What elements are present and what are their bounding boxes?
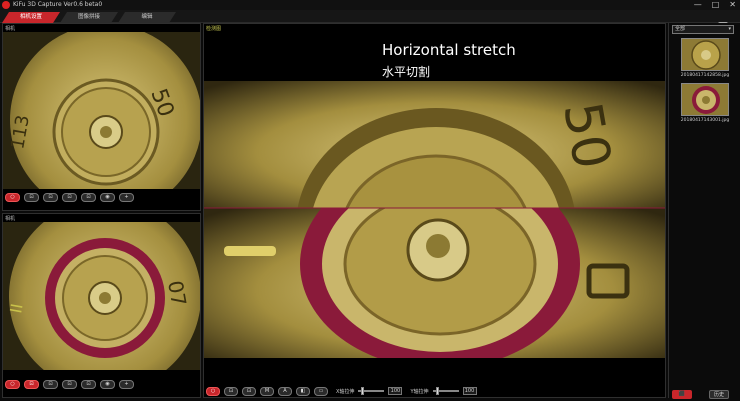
window-controls: — □ ✕ [694,0,736,10]
y-stretch-label: Y轴拉伸 [410,388,429,395]
minimize-button[interactable]: — [694,0,702,10]
y-stretch-value[interactable]: 100 [462,387,477,395]
x-stretch-value[interactable]: 100 [388,387,403,395]
left-top-panel: 相机 50 113 ○ ⊡ ⊡ ⊡ ⊡ ◉ + [2,23,201,211]
thumbnail-caption: 20180417143001.jpg [680,118,730,123]
split-button[interactable]: ⊡ [81,192,96,202]
view-toolbar: ○ ⊡ ⊡ M A ◧ ▭ X轴拉伸 100 Y轴拉伸 100 [204,385,665,397]
comparison-view[interactable]: 50 Horizontal stretch 水平切割 [204,36,665,358]
snapshot-button[interactable]: ⊡ [24,192,39,202]
crop-button[interactable]: ⊡ [43,379,58,389]
crop-button[interactable]: ⊡ [43,192,58,202]
fit-button[interactable]: ⊡ [62,379,77,389]
crop-button[interactable]: ⊡ [242,386,256,396]
capture-button[interactable]: ○ [206,386,220,396]
filter-select-value: 全部 [675,26,686,32]
camera-view-top[interactable]: 50 113 [3,32,200,189]
maximize-button[interactable]: □ [712,0,720,10]
overlay-title-en: Horizontal stretch [382,41,516,59]
auto-button[interactable]: A [278,386,292,396]
capture-button[interactable]: ○ [5,192,20,202]
history-button[interactable]: 历史 [709,390,729,399]
cartridge-image: 07 II [3,222,200,370]
filter-select[interactable]: 全部 ▾ [672,25,734,34]
tab-bar: 相机设置 图像拼接 编辑 [0,10,740,31]
split-view-button[interactable]: ◧ [296,386,310,396]
add-button[interactable]: + [119,192,134,202]
tab-camera-settings[interactable]: 相机设置 [2,12,60,23]
svg-text:07: 07 [163,279,191,308]
left-bottom-toolbar: ○ ⊡ ⊡ ⊡ ⊡ ◉ + [5,379,134,389]
close-button[interactable]: ✕ [729,0,736,10]
x-stretch-slider[interactable] [358,387,385,395]
thumbnail-image [682,84,728,115]
panel-label: 检测图 [206,26,222,32]
camera-view-bottom[interactable]: 07 II [3,222,200,370]
left-top-toolbar: ○ ⊡ ⊡ ⊡ ⊡ ◉ + [5,192,134,202]
fit-button[interactable]: ⊡ [62,192,77,202]
history-panel: 全部 ▾ 20180417142858.jpg 20180417143001.j… [668,23,738,399]
tab-edit[interactable]: 编辑 [118,12,176,23]
app-title: KiFu 3D Capture Ver0.6 beta0 [13,1,103,8]
title-bar: KiFu 3D Capture Ver0.6 beta0 — □ ✕ [0,0,740,10]
cartridge-comparison-image: 50 [204,81,665,358]
manual-button[interactable]: M [260,386,274,396]
main-view-panel: 检测图 50 Horizontal stretch 水平切割 ○ ⊡ ⊡ M A… [203,23,666,398]
thumbnail-image [682,39,728,70]
split-button[interactable]: ⊡ [81,379,96,389]
history-thumbnail[interactable] [681,38,729,71]
gallery-button[interactable]: ⬛ [672,390,692,399]
cartridge-image: 50 113 [3,32,200,189]
svg-text:50: 50 [551,98,622,174]
history-thumbnail[interactable] [681,83,729,116]
add-button[interactable]: + [119,379,134,389]
panel-label: 相机 [5,26,16,32]
panel-label: 相机 [5,216,16,222]
frame-button[interactable]: ▭ [314,386,328,396]
overlay-title-zh: 水平切割 [382,65,431,79]
thumbnail-caption: 20180417142858.jpg [680,73,730,78]
app-logo-icon [2,1,10,9]
tab-image-stitch[interactable]: 图像拼接 [60,12,118,23]
record-button[interactable]: ◉ [100,379,115,389]
snapshot-button[interactable]: ⊡ [24,379,39,389]
record-button[interactable]: ◉ [100,192,115,202]
chevron-down-icon: ▾ [728,26,731,32]
x-stretch-label: X轴拉伸 [336,388,355,395]
capture-button[interactable]: ○ [5,379,20,389]
y-stretch-slider[interactable] [432,387,459,395]
left-bottom-panel: 相机 07 II ○ ⊡ ⊡ ⊡ ⊡ ◉ + [2,213,201,398]
snapshot-button[interactable]: ⊡ [224,386,238,396]
